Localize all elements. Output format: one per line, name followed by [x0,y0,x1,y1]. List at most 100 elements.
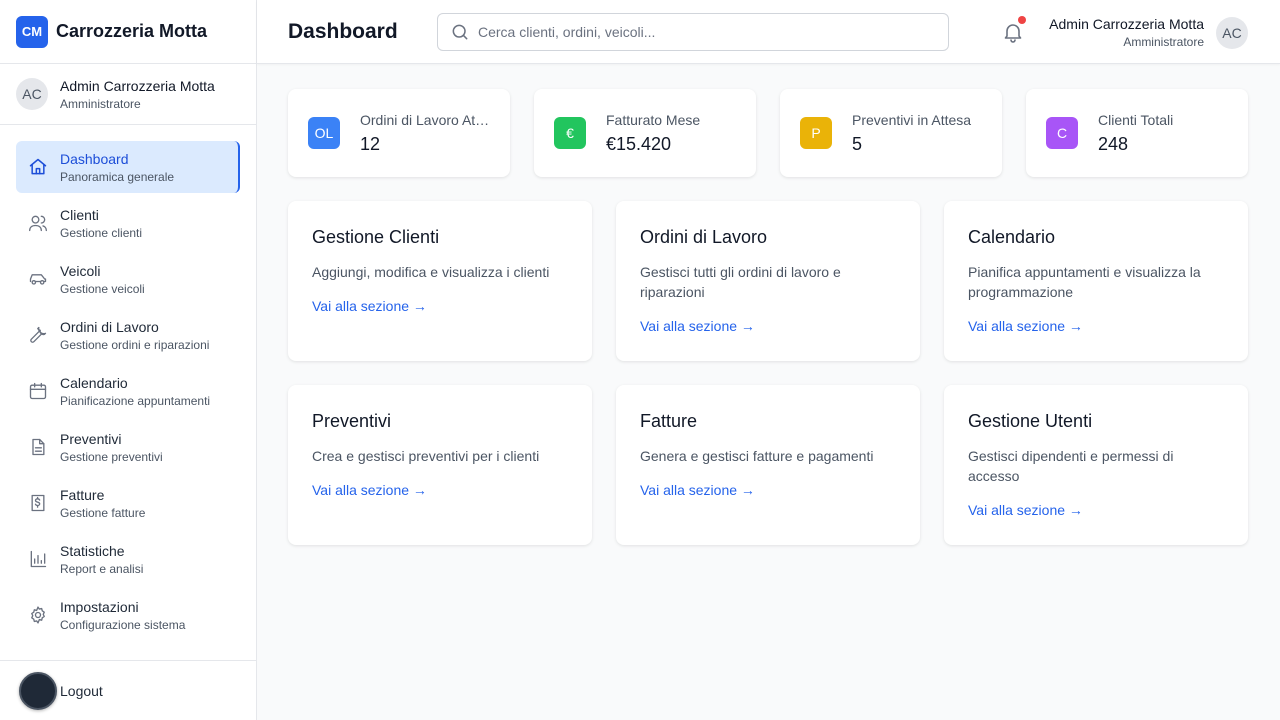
sidebar-item-calendario[interactable]: Calendario Pianificazione appuntamenti [16,365,240,417]
section-card-clienti[interactable]: Gestione Clienti Aggiungi, modifica e vi… [288,201,592,361]
card-title: Fatture [640,411,698,431]
sidebar-item-clienti[interactable]: Clienti Gestione clienti [16,197,240,249]
logout-button[interactable]: Logout [16,669,240,713]
sidebar-item-sub: Gestione ordini e riparazioni [60,337,210,352]
sidebar-item-sub: Gestione clienti [60,225,143,240]
calendar-icon [26,379,50,403]
sidebar: CM Carrozzeria Motta AC Admin Carrozzeri… [0,0,257,720]
card-title: Preventivi [312,411,392,431]
sidebar-item-label: Fatture [60,486,105,503]
section-card-calendario[interactable]: Calendario Pianifica appuntamenti e visu… [944,201,1248,361]
card-title: Gestione Utenti [968,411,1093,431]
section-card-preventivi[interactable]: Preventivi Crea e gestisci preventivi pe… [288,385,592,545]
sidebar-item-label: Clienti [60,206,99,223]
sidebar-item-label: Dashboard [60,150,129,167]
card-description: Gestisci tutti gli ordini di lavoro e ri… [640,264,841,300]
stat-value: €15.420 [606,133,672,154]
stat-label: Preventivi in Attesa [852,111,972,128]
sidebar-item-veicoli[interactable]: Veicoli Gestione veicoli [16,253,240,305]
sidebar-item-label: Ordini di Lavoro [60,318,159,335]
top-header: Dashboard Admin Carrozzeria Motta Ammini… [257,0,1280,64]
logout-icon [19,672,57,710]
document-icon [26,435,50,459]
stat-value: 5 [852,133,863,154]
sidebar-item-sub: Report e analisi [60,561,144,576]
brand-logo: CM [16,15,48,48]
sidebar-user: AC Admin Carrozzeria Motta Amministrator… [0,64,256,125]
home-icon [26,155,50,179]
stat-card-clients: C Clienti Totali 248 [1026,89,1248,177]
stat-value: 12 [360,133,381,154]
notification-dot [1018,16,1026,24]
clients-badge-icon: C [1046,117,1078,149]
logout-area: Logout [0,660,256,720]
orders-badge-icon: OL [308,117,340,149]
stat-card-orders: OL Ordini di Lavoro Attivi 12 [288,89,510,177]
sidebar-item-label: Veicoli [60,262,101,279]
avatar: AC [16,78,48,110]
stat-label: Ordini di Lavoro Attivi [360,111,490,128]
section-link[interactable]: Vai alla sezione → [968,502,1083,518]
section-card-fatture[interactable]: Fatture Genera e gestisci fatture e paga… [616,385,920,545]
section-card-utenti[interactable]: Gestione Utenti Gestisci dipendenti e pe… [944,385,1248,545]
notification-button[interactable] [1001,16,1026,44]
sidebar-nav: Dashboard Panoramica generale Clienti Ge… [16,141,240,645]
card-description: Crea e gestisci preventivi per i clienti [312,448,540,464]
stat-value: 248 [1098,133,1129,154]
stat-label: Fatturato Mese [606,111,701,128]
sidebar-item-label: Calendario [60,374,128,391]
sidebar-item-statistiche[interactable]: Statistiche Report e analisi [16,533,240,585]
card-title: Calendario [968,227,1056,247]
card-description: Genera e gestisci fatture e pagamenti [640,448,874,464]
card-title: Ordini di Lavoro [640,227,768,247]
sidebar-item-dashboard[interactable]: Dashboard Panoramica generale [16,141,240,193]
page-title: Dashboard [288,20,398,43]
search-input[interactable] [478,24,918,40]
user-name: Admin Carrozzeria Motta [1049,16,1204,32]
card-description: Gestisci dipendenti e permessi di access… [968,448,1174,484]
section-link[interactable]: Vai alla sezione → [640,482,755,498]
users-icon [26,211,50,235]
sidebar-item-preventivi[interactable]: Preventivi Gestione preventivi [16,421,240,473]
stat-card-revenue: € Fatturato Mese €15.420 [534,89,756,177]
user-role: Amministratore [1123,35,1204,49]
stat-label: Clienti Totali [1098,111,1174,128]
user-role: Amministratore [60,96,141,111]
sidebar-item-label: Preventivi [60,430,122,447]
section-link[interactable]: Vai alla sezione → [312,482,427,498]
card-title: Gestione Clienti [312,227,440,247]
sidebar-item-ordini[interactable]: Ordini di Lavoro Gestione ordini e ripar… [16,309,240,361]
card-description: Aggiungi, modifica e visualizza i client… [312,264,550,280]
sidebar-item-sub: Gestione veicoli [60,281,145,296]
sidebar-item-sub: Panoramica generale [60,169,175,184]
card-description: Pianifica appuntamenti e visualizza la p… [968,264,1201,300]
invoice-icon [26,491,50,515]
section-link[interactable]: Vai alla sezione → [640,318,755,334]
sidebar-item-sub: Gestione preventivi [60,449,163,464]
section-link[interactable]: Vai alla sezione → [312,298,427,314]
quotes-badge-icon: P [800,117,832,149]
avatar: AC [1216,16,1248,49]
search-box [437,13,949,51]
sidebar-item-sub: Configurazione sistema [60,617,186,632]
section-link[interactable]: Vai alla sezione → [968,318,1083,334]
sidebar-item-fatture[interactable]: Fatture Gestione fatture [16,477,240,529]
brand-name: Carrozzeria Motta [56,21,208,41]
logout-label: Logout [60,683,103,699]
section-card-ordini[interactable]: Ordini di Lavoro Gestisci tutti gli ordi… [616,201,920,361]
sidebar-item-sub: Pianificazione appuntamenti [60,393,211,408]
bar-chart-icon [26,547,50,571]
search-icon [450,22,470,42]
sidebar-item-label: Statistiche [60,542,125,559]
wrench-icon [26,323,50,347]
sidebar-item-impostazioni[interactable]: Impostazioni Configurazione sistema [16,589,240,641]
car-icon [26,267,50,291]
sidebar-item-sub: Gestione fatture [60,505,146,520]
user-name: Admin Carrozzeria Motta [60,77,215,94]
gear-icon [26,603,50,627]
header-user[interactable]: Admin Carrozzeria Motta Amministratore A… [1049,16,1248,49]
euro-badge-icon: € [554,117,586,149]
brand: CM Carrozzeria Motta [0,0,256,64]
stat-card-quotes: P Preventivi in Attesa 5 [780,89,1002,177]
sidebar-item-label: Impostazioni [60,598,139,615]
